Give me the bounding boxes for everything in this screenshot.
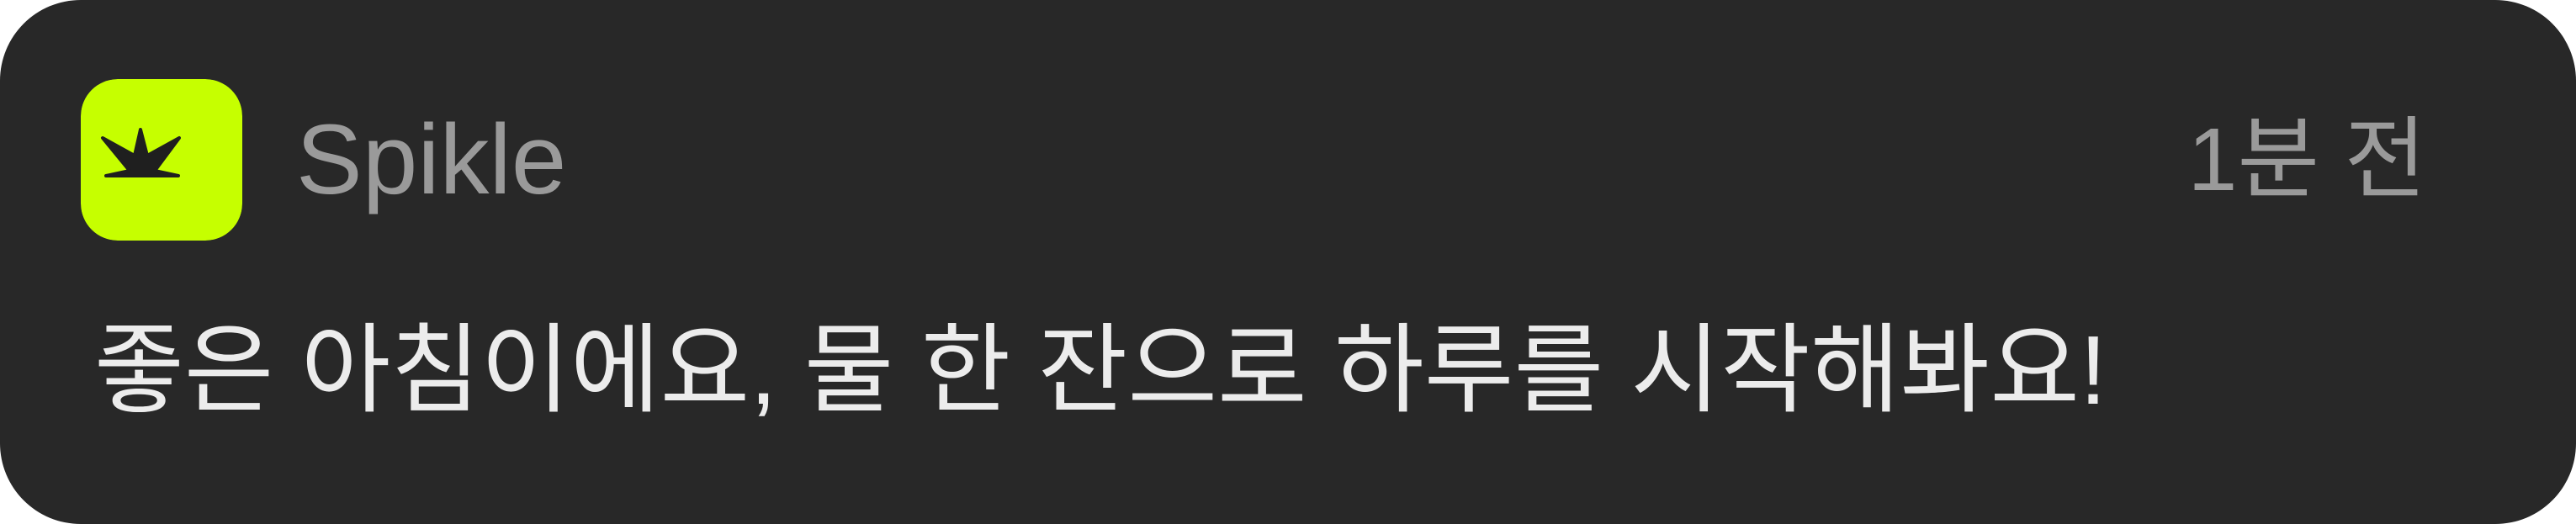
timestamp: 1분 전 — [2187, 110, 2426, 209]
notification-banner[interactable]: Spikle 1분 전 좋은 아침이에요, 물 한 잔으로 하루를 시작해봐요! — [0, 0, 2576, 524]
app-name: Spikle — [296, 104, 567, 215]
notification-message: 좋은 아침이에요, 물 한 잔으로 하루를 시작해봐요! — [94, 315, 2107, 425]
spikle-crown-icon — [81, 79, 242, 241]
